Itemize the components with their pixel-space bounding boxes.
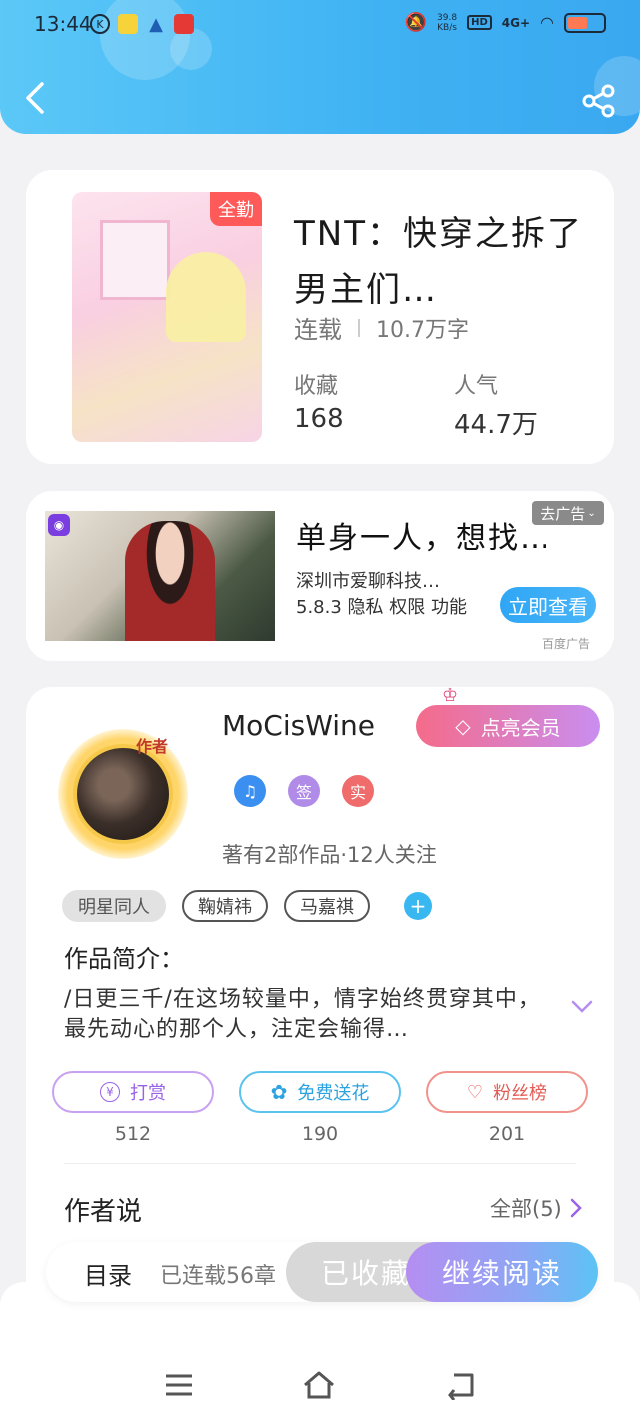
divider <box>358 318 360 337</box>
ad-person-image <box>125 521 215 641</box>
divider <box>64 1163 576 1164</box>
action-buttons: ¥ 打赏 ✿ 免费送花 ♡ 粉丝榜 <box>52 1071 588 1113</box>
mute-icon: 🔕 <box>404 12 428 33</box>
tag-item[interactable]: 马嘉祺 <box>284 890 370 922</box>
wifi-icon: ◠ <box>540 13 554 32</box>
home-icon[interactable] <box>302 1370 336 1400</box>
fans-rank-label: 粉丝榜 <box>493 1083 548 1104</box>
cover-badge: 全勤 <box>210 192 262 226</box>
battery-icon <box>564 12 606 33</box>
cover-art <box>102 342 242 402</box>
ad-app-logo-icon: ◉ <box>48 514 70 536</box>
ad-image[interactable]: ◉ <box>45 511 275 641</box>
crown-icon: ♔ <box>442 685 459 706</box>
intro-text[interactable]: /日更三千/在这场较量中，情字始终贯穿其中，最先动心的那个人，注定会输得… <box>64 985 544 1045</box>
bank-app-icon <box>174 14 194 34</box>
k-app-icon: K <box>90 14 110 34</box>
book-cover[interactable]: 全勤 <box>72 192 262 442</box>
reader-action-bar: 目录 已连载56章 已收藏 继续阅读 <box>46 1242 598 1302</box>
ad-meta[interactable]: 5.8.3 隐私 权限 功能 <box>296 595 476 621</box>
author-card: 作者 MoCisWine ♔ ◇ 点亮会员 ♫ 签 实 著有2部作品·12人关注… <box>26 685 614 1307</box>
status-notification-icons: K ▲ <box>90 13 194 35</box>
collect-label: 收藏 <box>294 374 339 399</box>
tag-item[interactable]: 鞠婧祎 <box>182 890 268 922</box>
add-tag-icon[interactable]: + <box>404 892 432 920</box>
send-flower-button[interactable]: ✿ 免费送花 <box>239 1071 401 1113</box>
net-speed: 39.8 KB/s <box>437 13 457 33</box>
continue-reading-label: 继续阅读 <box>441 1257 562 1290</box>
tag-list: 明星同人 鞠婧祎 马嘉祺 + <box>62 890 432 922</box>
ad-dismiss-button[interactable]: 去广告 ⌄ <box>532 501 604 525</box>
author-says-all-label: 全部(5) <box>490 1197 562 1221</box>
reward-label: 打赏 <box>130 1083 166 1104</box>
book-info-card: 全勤 TNT：快穿之拆了男主们… 连载 10.7万字 收藏 168 人气 44.… <box>26 170 614 464</box>
author-works-summary: 著有2部作品·12人关注 <box>222 843 437 867</box>
popularity-label: 人气 <box>454 374 499 399</box>
ad-source: 百度广告 <box>542 637 591 651</box>
collect-count: 168 <box>294 404 344 434</box>
menu-icon[interactable] <box>162 1370 196 1400</box>
send-flower-label: 免费送花 <box>297 1083 370 1104</box>
app-notification-icon <box>118 14 138 34</box>
battery-fill <box>568 16 587 29</box>
flower-icon: ✿ <box>270 1080 288 1104</box>
continue-reading-button[interactable]: 继续阅读 <box>406 1242 598 1302</box>
chevron-down-icon[interactable] <box>570 999 594 1015</box>
coin-icon: ¥ <box>100 1082 120 1102</box>
cover-art <box>100 220 170 300</box>
author-badges: ♫ 签 实 <box>234 775 374 807</box>
ad-card[interactable]: ◉ 单身一人，想找… 去广告 ⌄ 深圳市爱聊科技… 5.8.3 隐私 权限 功能… <box>26 491 614 661</box>
decor-bubble <box>170 28 212 70</box>
fans-count: 201 <box>488 1123 526 1145</box>
hd-icon: HD <box>467 15 492 30</box>
author-name[interactable]: MoCisWine <box>222 709 375 742</box>
app-header: 13:44 K ▲ 🔕 39.8 KB/s HD 4G+ ◠ <box>0 0 640 134</box>
share-icon[interactable] <box>582 84 616 118</box>
reward-button[interactable]: ¥ 打赏 <box>52 1071 214 1113</box>
ad-company: 深圳市爱聊科技… <box>296 571 440 592</box>
system-nav-bar <box>0 1282 640 1423</box>
vip-button[interactable]: ◇ 点亮会员 <box>416 705 600 747</box>
tag-item[interactable]: 明星同人 <box>62 890 166 922</box>
signal-icon: 4G+ <box>501 15 531 30</box>
word-count: 10.7万字 <box>376 317 469 343</box>
avatar <box>73 744 173 844</box>
book-status-row: 连载 10.7万字 <box>294 310 469 345</box>
popularity-count: 44.7万 <box>454 410 538 440</box>
vip-button-label: 点亮会员 <box>480 715 561 740</box>
status-time: 13:44 <box>34 12 92 36</box>
warning-icon: ▲ <box>149 13 163 35</box>
intro-label: 作品简介： <box>64 945 184 973</box>
ad-title: 单身一人，想找… <box>296 521 546 556</box>
author-tag: 作者 <box>136 737 169 756</box>
toc-button[interactable]: 目录 <box>84 1256 132 1291</box>
book-status: 连载 <box>294 316 342 344</box>
chevron-left-icon[interactable] <box>22 80 50 116</box>
cover-art <box>166 252 246 342</box>
chevron-down-icon: ⌄ <box>587 507 596 519</box>
net-speed-value: 39.8 <box>437 12 458 23</box>
author-says-all-link[interactable]: 全部(5) <box>490 1193 582 1223</box>
collected-label: 已收藏 <box>320 1257 411 1290</box>
ad-cta-button[interactable]: 立即查看 <box>500 587 596 623</box>
flower-count: 190 <box>301 1123 339 1145</box>
author-says-label: 作者说 <box>64 1197 143 1227</box>
toc-count[interactable]: 已连载56章 <box>160 1258 276 1290</box>
ad-dismiss-label: 去广告 <box>540 504 586 523</box>
book-title: TNT：快穿之拆了男主们… <box>294 214 583 310</box>
fans-rank-button[interactable]: ♡ 粉丝榜 <box>426 1071 588 1113</box>
chevron-right-icon <box>570 1198 582 1218</box>
user-heart-icon: ♡ <box>466 1081 484 1103</box>
net-speed-unit: KB/s <box>437 22 457 33</box>
signed-badge[interactable]: 签 <box>288 775 320 807</box>
reward-count: 512 <box>114 1123 152 1145</box>
status-right-icons: 🔕 39.8 KB/s HD 4G+ ◠ <box>405 12 606 33</box>
back-nav-icon[interactable] <box>444 1370 478 1400</box>
music-badge-icon[interactable]: ♫ <box>234 775 266 807</box>
verified-badge[interactable]: 实 <box>342 775 374 807</box>
diamond-icon: ◇ <box>455 714 471 738</box>
author-avatar[interactable]: 作者 <box>58 729 188 859</box>
